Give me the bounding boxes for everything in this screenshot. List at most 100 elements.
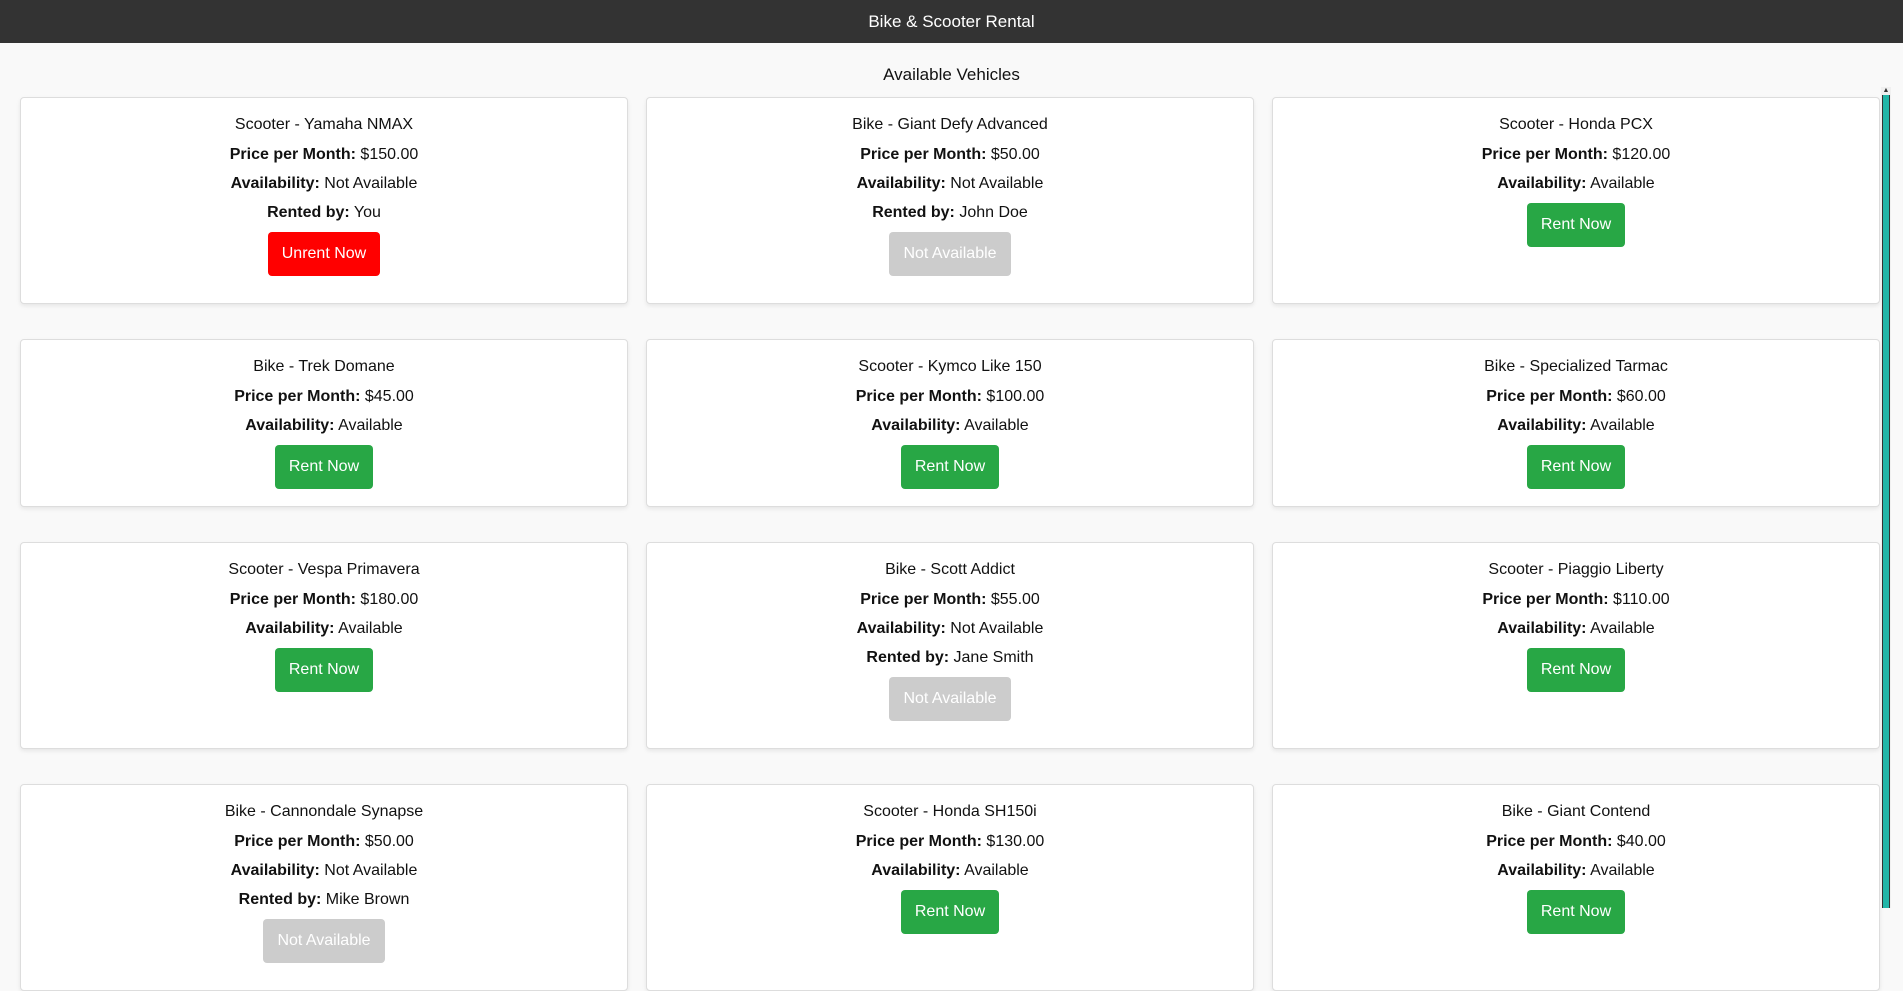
rented-by-row: Rented by: Jane Smith: [647, 648, 1253, 668]
availability-row-label: Availability:: [1497, 175, 1587, 192]
vehicle-card: Scooter - Honda SH150i Price per Month: $…: [646, 784, 1254, 991]
availability-row-label: Availability:: [1497, 417, 1587, 434]
vehicle-card: Bike - Cannondale Synapse Price per Month…: [20, 784, 628, 991]
availability-row-value: Available: [338, 417, 403, 434]
price-row-label: Price per Month:: [1482, 591, 1609, 608]
price-row: Price per Month: $130.00: [647, 832, 1253, 852]
availability-row: Availability: Available: [21, 619, 627, 639]
rent-now-button[interactable]: Rent Now: [900, 890, 1000, 934]
rented-by-row-label: Rented by:: [872, 204, 955, 221]
rent-now-button[interactable]: Rent Now: [900, 445, 1000, 489]
price-row-label: Price per Month:: [1486, 833, 1613, 850]
rented-by-row-label: Rented by:: [238, 891, 322, 908]
price-row-label: Price per Month:: [860, 591, 987, 608]
availability-row: Availability: Not Available: [21, 174, 627, 194]
rent-now-button[interactable]: Rent Now: [1526, 890, 1626, 934]
rent-now-button[interactable]: Rent Now: [274, 445, 374, 489]
rent-now-button[interactable]: Rent Now: [274, 648, 374, 692]
vertical-scrollbar[interactable]: ▲: [1881, 87, 1891, 908]
price-row-value: $130.00: [986, 833, 1045, 850]
vehicle-name: Scooter - Kymco Like 150: [858, 358, 1042, 375]
price-row: Price per Month: $45.00: [21, 387, 627, 407]
availability-row-value: Available: [1590, 862, 1655, 879]
rented-by-row: Rented by: Mike Brown: [21, 890, 627, 910]
price-row-value: $110.00: [1613, 591, 1670, 608]
price-row-value: $40.00: [1616, 833, 1666, 850]
vehicle-card: Bike - Trek Domane Price per Month: $45.0…: [20, 339, 628, 507]
rented-by-row-label: Rented by:: [866, 649, 950, 666]
price-row-value: $60.00: [1616, 388, 1666, 405]
vehicle-name: Bike - Specialized Tarmac: [1484, 358, 1668, 375]
price-row: Price per Month: $50.00: [21, 832, 627, 852]
price-row: Price per Month: $60.00: [1273, 387, 1879, 407]
price-row-value: $150.00: [360, 146, 419, 163]
availability-row: Availability: Available: [1273, 619, 1879, 639]
price-row: Price per Month: $120.00: [1273, 145, 1879, 165]
price-row-label: Price per Month:: [1481, 146, 1608, 163]
price-row: Price per Month: $40.00: [1273, 832, 1879, 852]
vehicle-card: Scooter - Vespa Primavera Price per Month…: [20, 542, 628, 749]
availability-row-value: Available: [1590, 620, 1655, 637]
rented-by-row-value: Mike Brown: [325, 891, 410, 908]
availability-row-label: Availability:: [230, 862, 320, 879]
availability-row-label: Availability:: [1497, 620, 1587, 637]
rented-by-row: Rented by: You: [21, 203, 627, 223]
availability-row: Availability: Available: [21, 416, 627, 436]
vehicle-name: Scooter - Piaggio Liberty: [1488, 561, 1664, 578]
price-row-value: $100.00: [986, 388, 1045, 405]
price-row-label: Price per Month:: [855, 388, 982, 405]
price-row-value: $120.00: [1612, 146, 1671, 163]
availability-row-label: Availability:: [871, 862, 961, 879]
price-row: Price per Month: $180.00: [21, 590, 627, 610]
scroll-thumb[interactable]: [1882, 95, 1890, 908]
rented-by-row-label: Rented by:: [267, 204, 350, 221]
app-title: Bike & Scooter Rental: [868, 11, 1035, 31]
availability-row: Availability: Available: [1273, 416, 1879, 436]
price-row-value: $50.00: [364, 833, 414, 850]
availability-row-value: Not Available: [324, 862, 418, 879]
availability-row-value: Not Available: [950, 175, 1044, 192]
vehicle-name: Bike - Giant Defy Advanced: [852, 116, 1048, 133]
availability-row-value: Not Available: [950, 620, 1044, 637]
rent-now-button[interactable]: Rent Now: [1526, 445, 1626, 489]
price-row-label: Price per Month:: [234, 833, 361, 850]
availability-row-value: Available: [964, 417, 1029, 434]
rent-now-button[interactable]: Rent Now: [1526, 648, 1626, 692]
availability-row-label: Availability:: [856, 175, 946, 192]
rent-now-button[interactable]: Rent Now: [1526, 203, 1626, 247]
availability-row-value: Available: [1590, 417, 1655, 434]
rented-by-row-value: You: [353, 204, 381, 221]
price-row-label: Price per Month:: [229, 591, 356, 608]
vehicle-name: Scooter - Honda PCX: [1499, 116, 1653, 133]
price-row-label: Price per Month:: [1486, 388, 1613, 405]
price-row: Price per Month: $50.00: [647, 145, 1253, 165]
price-row: Price per Month: $55.00: [647, 590, 1253, 610]
availability-row-value: Available: [964, 862, 1029, 879]
not-available-button: Not Available: [263, 919, 385, 963]
availability-row: Availability: Available: [1273, 861, 1879, 881]
vehicle-name: Bike - Cannondale Synapse: [224, 803, 424, 820]
vehicle-name: Bike - Scott Addict: [885, 561, 1015, 578]
availability-row-label: Availability:: [1497, 862, 1587, 879]
availability-row-value: Available: [1590, 175, 1655, 192]
vehicle-card: Bike - Specialized Tarmac Price per Month…: [1272, 339, 1880, 507]
not-available-button: Not Available: [889, 677, 1011, 721]
price-row-value: $45.00: [364, 388, 414, 405]
availability-row: Availability: Available: [647, 416, 1253, 436]
price-row-label: Price per Month:: [229, 146, 356, 163]
availability-row-label: Availability:: [245, 620, 335, 637]
availability-row-value: Not Available: [324, 175, 418, 192]
price-row-label: Price per Month:: [860, 146, 987, 163]
price-row: Price per Month: $150.00: [21, 145, 627, 165]
vehicle-name: Scooter - Vespa Primavera: [228, 561, 420, 578]
availability-row-label: Availability:: [856, 620, 946, 637]
availability-row: Availability: Not Available: [647, 174, 1253, 194]
unrent-now-button[interactable]: Unrent Now: [267, 232, 381, 276]
price-row: Price per Month: $100.00: [647, 387, 1253, 407]
scroll-up-icon[interactable]: ▲: [1881, 87, 1891, 95]
price-row-value: $55.00: [990, 591, 1040, 608]
vehicle-name: Bike - Giant Contend: [1501, 803, 1651, 820]
availability-row-label: Availability:: [871, 417, 961, 434]
vehicle-card: Bike - Giant Defy Advanced Price per Mont…: [646, 97, 1254, 304]
vehicle-name: Bike - Trek Domane: [253, 358, 395, 375]
